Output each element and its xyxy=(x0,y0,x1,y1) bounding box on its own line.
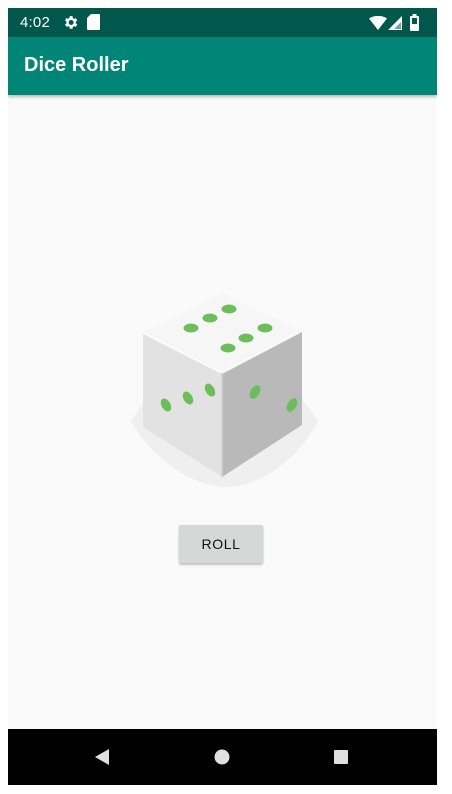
roll-button[interactable]: ROLL xyxy=(179,525,263,563)
wifi-icon xyxy=(369,15,387,35)
back-icon[interactable] xyxy=(88,743,116,771)
cell-signal-icon xyxy=(388,16,402,35)
recents-icon[interactable] xyxy=(327,743,355,771)
app-screen: 4:02 Dice Roller ROLL xyxy=(8,8,437,785)
status-time: 4:02 xyxy=(20,14,50,31)
sd-card-icon xyxy=(87,14,100,35)
dice-six-icon xyxy=(128,291,318,491)
navigation-bar xyxy=(8,729,437,785)
page-title: Dice Roller xyxy=(24,54,129,76)
app-bar: Dice Roller xyxy=(8,37,437,95)
home-icon[interactable] xyxy=(208,743,236,771)
settings-gear-icon xyxy=(62,14,79,36)
battery-icon xyxy=(410,14,419,36)
status-bar: 4:02 xyxy=(8,8,437,37)
